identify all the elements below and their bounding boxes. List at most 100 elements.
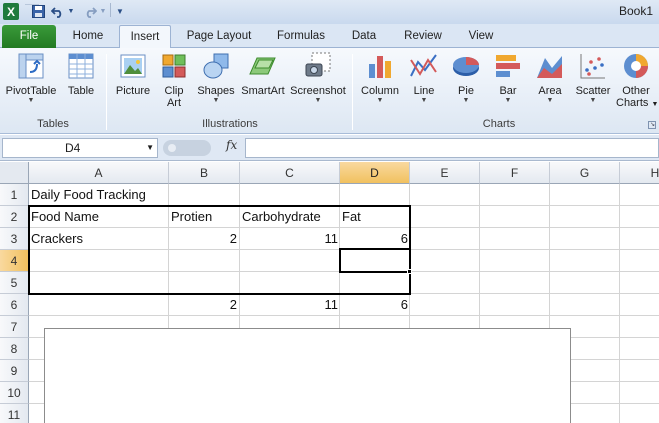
fill-handle[interactable] [407,269,412,274]
row-header-7[interactable]: 7 [0,316,29,338]
title-bar: X ▼ ▼ ▼ Book1 [0,0,659,24]
undo-icon[interactable] [50,3,66,20]
cell-b2[interactable]: Protien [171,206,237,228]
column-header-e[interactable]: E [410,162,480,184]
cell-c2[interactable]: Carbohydrate [242,206,338,228]
ribbon-tabs: File Home Insert Page Layout Formulas Da… [0,24,659,49]
row-header-6[interactable]: 6 [0,294,29,316]
dropdown-arrow-icon: ▼ [589,97,597,104]
other-charts-icon [624,54,648,78]
screenshot-icon [305,52,331,77]
insert-function-icon[interactable]: fx [226,138,237,152]
picture-button[interactable]: Picture [112,50,154,97]
column-chart-icon [369,56,391,78]
tab-home[interactable]: Home [62,25,114,48]
dropdown-arrow-icon: ▼ [376,97,384,104]
row-header-3[interactable]: 3 [0,228,29,250]
row-header-4[interactable]: 4 [0,250,29,272]
area-chart-icon [537,56,562,78]
formula-input[interactable] [245,138,659,158]
redo-dropdown-icon[interactable]: ▼ [99,3,107,20]
group-separator [352,54,353,130]
customize-qat-icon[interactable]: ▼ [115,3,125,20]
pie-chart-button[interactable]: Pie ▼ [446,50,486,105]
cell-d2[interactable]: Fat [342,206,408,228]
group-separator [106,54,107,130]
save-icon[interactable] [31,3,45,20]
separator [110,3,113,17]
tab-review[interactable]: Review [396,25,450,48]
dropdown-arrow-icon: ▼ [546,97,554,104]
row-header-2[interactable]: 2 [0,206,29,228]
row-header-11[interactable]: 11 [0,404,29,423]
column-chart-button[interactable]: Column ▼ [358,50,402,105]
dropdown-arrow-icon: ▼ [651,101,659,108]
pie-chart-icon [453,57,479,76]
column-header-c[interactable]: C [240,162,340,184]
column-header-a[interactable]: A [29,162,169,184]
picture-icon [120,54,146,78]
row-header-9[interactable]: 9 [0,360,29,382]
group-label-illustrations: Illustrations [202,118,258,130]
line-chart-icon [410,54,437,77]
cell-c6[interactable]: 11 [242,294,339,316]
column-header-d[interactable]: D [340,162,410,184]
row-header-5[interactable]: 5 [0,272,29,294]
scatter-chart-button[interactable]: Scatter ▼ [572,50,614,105]
column-header-g[interactable]: G [550,162,620,184]
smartart-button[interactable]: SmartArt [240,50,286,97]
pivottable-button[interactable]: PivotTable ▼ [2,50,60,105]
line-chart-button[interactable]: Line ▼ [404,50,444,105]
row-header-8[interactable]: 8 [0,338,29,360]
cell-d6[interactable]: 6 [342,294,408,316]
dropdown-arrow-icon: ▼ [462,97,470,104]
column-header-f[interactable]: F [480,162,550,184]
tab-formulas[interactable]: Formulas [268,25,334,48]
dropdown-arrow-icon: ▼ [420,97,428,104]
charts-dialog-launcher-icon[interactable]: ↘ [648,121,656,129]
clip-art-icon [162,54,186,78]
tab-file[interactable]: File [2,25,56,48]
cell-c3[interactable]: 11 [242,228,339,250]
bar-chart-button[interactable]: Bar ▼ [488,50,528,105]
cell-a3[interactable]: Crackers [31,228,166,250]
dropdown-arrow-icon: ▼ [314,97,322,104]
column-header-b[interactable]: B [169,162,240,184]
name-box-dropdown-icon[interactable]: ▼ [146,143,154,152]
cell-d3[interactable]: 6 [342,228,408,250]
row-header-10[interactable]: 10 [0,382,29,404]
name-box[interactable]: D4 ▼ [2,138,158,158]
cell-b3[interactable]: 2 [171,228,237,250]
select-all-corner[interactable] [0,162,29,184]
cell-b6[interactable]: 2 [171,294,237,316]
dropdown-arrow-icon: ▼ [27,97,35,104]
group-label-charts: Charts [482,118,516,130]
chart-area[interactable] [44,328,571,423]
shapes-icon [203,53,229,79]
other-charts-button[interactable]: Other Charts ▼ [616,50,659,111]
shapes-button[interactable]: Shapes ▼ [194,50,238,105]
excel-icon[interactable]: X [3,3,19,20]
tab-insert[interactable]: Insert [119,25,171,49]
screenshot-button[interactable]: Screenshot ▼ [288,50,348,105]
area-chart-button[interactable]: Area ▼ [530,50,570,105]
table-button[interactable]: Table [62,50,100,97]
scatter-chart-icon [580,54,605,79]
window-title: Book1 [618,4,653,18]
clip-art-button[interactable]: Clip Art [157,50,191,109]
bar-chart-icon [496,55,520,77]
formula-bar: D4 ▼ fx [0,135,659,161]
redo-icon[interactable] [82,3,98,20]
row-header-1[interactable]: 1 [0,184,29,206]
undo-dropdown-icon[interactable]: ▼ [67,3,75,20]
tab-page-layout[interactable]: Page Layout [176,25,262,48]
gridline [619,184,620,423]
column-header-h[interactable]: H [620,162,659,184]
cell-a2[interactable]: Food Name [31,206,166,228]
cell-a1[interactable]: Daily Food Tracking [31,184,231,206]
table-icon [68,53,94,79]
worksheet-grid[interactable]: A B C D E F G H 1 2 3 4 5 6 7 8 9 10 11 … [0,162,659,423]
tab-data[interactable]: Data [340,25,388,48]
active-cell-d4[interactable] [339,248,411,273]
tab-view[interactable]: View [458,25,504,48]
